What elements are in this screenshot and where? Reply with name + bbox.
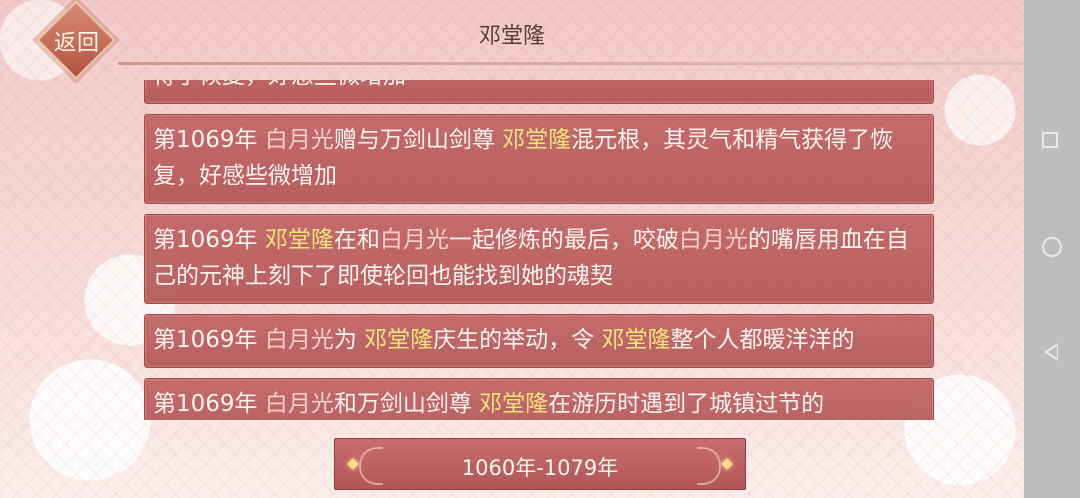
character-name-dengtanglong: 邓堂隆 [502,127,572,153]
event-text-segment: 第1069年 [153,391,265,417]
character-name-baiyueguang: 白月光 [678,227,748,253]
character-name-dengtanglong: 邓堂隆 [479,391,549,417]
character-name-dengtanglong: 邓堂隆 [364,327,434,353]
character-name-baiyueguang: 白月光 [264,127,334,153]
character-name-baiyueguang: 白月光 [264,327,334,353]
event-text-segment: 得了恢复，好感些微增加 [153,80,406,89]
event-card: 得了恢复，好感些微增加 [144,80,934,104]
recent-apps-icon[interactable] [1042,132,1058,148]
event-text-segment: 为 [333,327,365,353]
character-name-baiyueguang: 白月光 [264,391,334,417]
era-selector: 1060年-1079年 [334,438,746,490]
event-text: 第1069年 白月光和万剑山剑尊 邓堂隆在游历时遇到了城镇过节的 [153,386,923,420]
event-text: 得了恢复，好感些微增加 [153,80,923,94]
event-list-content: 得了恢复，好感些微增加第1069年 白月光赠与万剑山剑尊 邓堂隆混元根，其灵气和… [144,80,936,420]
event-card: 第1069年 邓堂隆在和白月光一起修炼的最后，咬破白月光的嘴唇用血在自己的元神上… [144,214,934,304]
era-label: 1060年-1079年 [461,456,619,480]
event-text: 第1069年 白月光赠与万剑山剑尊 邓堂隆混元根，其灵气和精气获得了恢复，好感些… [153,122,923,194]
character-name-dengtanglong: 邓堂隆 [601,327,671,353]
event-card: 第1069年 白月光和万剑山剑尊 邓堂隆在游历时遇到了城镇过节的 [144,378,934,420]
event-text-segment: 在游历时遇到了城镇过节的 [548,391,825,417]
event-text: 第1069年 邓堂隆在和白月光一起修炼的最后，咬破白月光的嘴唇用血在自己的元神上… [153,222,923,294]
character-name-dengtanglong: 邓堂隆 [264,227,334,253]
back-label: 返回 [53,31,100,56]
event-card: 第1069年 白月光赠与万剑山剑尊 邓堂隆混元根，其灵气和精气获得了恢复，好感些… [144,114,934,204]
event-text: 第1069年 白月光为 邓堂隆庆生的举动，令 邓堂隆整个人都暖洋洋的 [153,322,923,358]
event-text-segment: 一起修炼的最后，咬破 [448,227,679,253]
header-divider [118,62,1036,65]
ornament-curl-icon [697,447,721,485]
next-arrow-icon [721,458,733,470]
back-triangle-icon[interactable] [1044,343,1058,361]
event-list[interactable]: 得了恢复，好感些微增加第1069年 白月光赠与万剑山剑尊 邓堂隆混元根，其灵气和… [144,80,936,420]
event-text-segment: 第1069年 [153,127,265,153]
home-icon[interactable] [1042,237,1062,257]
event-text-segment: 庆生的举动，令 [433,327,602,353]
event-text-segment: 赠与万剑山剑尊 [333,127,503,153]
event-text-segment: 在和 [333,227,380,253]
back-button[interactable]: 返回 [32,0,122,80]
character-name-baiyueguang: 白月光 [379,227,449,253]
page-title: 邓堂隆 [478,24,545,49]
event-text-segment: 整个人都暖洋洋的 [670,327,855,353]
event-text-segment: 第1069年 [153,227,265,253]
event-text-segment: 第1069年 [153,327,265,353]
era-next-button[interactable] [697,439,737,489]
system-navigation-bar [1024,0,1080,498]
event-text-segment: 和万剑山剑尊 [333,391,480,417]
event-card: 第1069年 白月光为 邓堂隆庆生的举动，令 邓堂隆整个人都暖洋洋的 [144,314,934,368]
